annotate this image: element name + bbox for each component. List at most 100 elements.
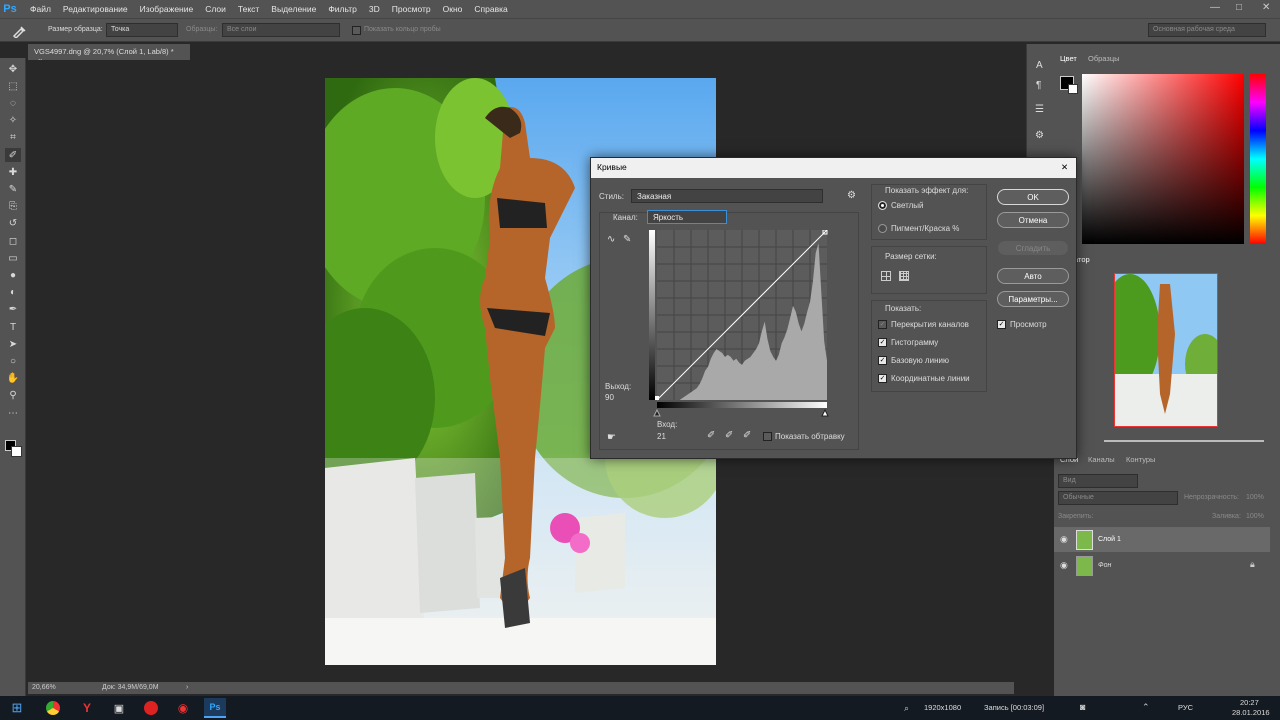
menu-item[interactable]: Выделение — [271, 4, 316, 14]
eye-icon[interactable]: ◉ — [1060, 560, 1068, 571]
photoshop-taskbar-icon[interactable]: Ps — [204, 698, 226, 718]
menu-item[interactable]: Фильтр — [328, 4, 357, 14]
blur-tool-icon[interactable]: ● — [5, 268, 21, 282]
tab-color[interactable]: Цвет — [1060, 54, 1077, 63]
black-point-eyedropper-icon[interactable]: ✐ — [707, 430, 715, 441]
start-button[interactable]: ⊞ — [6, 698, 28, 718]
cancel-button[interactable]: Отмена — [997, 212, 1069, 228]
detailed-grid-icon[interactable] — [899, 271, 909, 281]
layer-row[interactable]: ◉ Фон 🔒︎ — [1054, 553, 1270, 578]
menu-item[interactable]: Справка — [474, 4, 507, 14]
close-button[interactable]: ✕ — [1262, 2, 1270, 13]
gradient-tool-icon[interactable]: ▭ — [5, 251, 21, 265]
menu-item[interactable]: Текст — [238, 4, 259, 14]
samples-select[interactable]: Все слои — [222, 23, 340, 37]
clock-time[interactable]: 20:27 — [1240, 698, 1259, 707]
menu-item[interactable]: Файл — [30, 4, 51, 14]
tab-paths[interactable]: Контуры — [1126, 455, 1155, 464]
lasso-tool-icon[interactable]: ◌ — [5, 96, 21, 110]
menu-item[interactable]: Слои — [205, 4, 226, 14]
eraser-tool-icon[interactable]: ◻ — [5, 234, 21, 248]
zoom-readout[interactable]: 20,66% — [32, 684, 56, 691]
simple-grid-icon[interactable] — [881, 271, 891, 281]
paragraph-panel-icon[interactable]: ¶ — [1036, 80, 1041, 91]
eyedropper-tool-icon[interactable]: ✐ — [5, 148, 21, 162]
background-color-icon[interactable] — [11, 446, 22, 457]
layer-row[interactable]: ◉ Слой 1 — [1054, 527, 1270, 552]
clock-date[interactable]: 28.01.2016 — [1232, 708, 1270, 717]
curve-point-tool-icon[interactable]: ∿ — [607, 234, 615, 245]
language-indicator[interactable]: РУС — [1178, 703, 1193, 712]
overlays-checkbox[interactable]: ✓ — [878, 320, 887, 329]
style-select[interactable]: Заказная — [631, 189, 823, 203]
channel-select[interactable]: Яркость — [647, 210, 727, 224]
gear-icon[interactable]: ⚙ — [847, 190, 856, 201]
white-point-eyedropper-icon[interactable]: ✐ — [743, 430, 751, 441]
pencil-icon[interactable]: ✎ — [623, 234, 631, 245]
shape-tool-icon[interactable]: ○ — [5, 354, 21, 368]
sample-size-select[interactable]: Точка — [106, 23, 178, 37]
quick-select-tool-icon[interactable]: ✧ — [5, 114, 21, 128]
options-button[interactable]: Параметры... — [997, 291, 1069, 307]
show-clipping-checkbox[interactable] — [763, 432, 772, 441]
menu-item[interactable]: Окно — [443, 4, 463, 14]
brush-tool-icon[interactable]: ✎ — [5, 182, 21, 196]
menu-item[interactable]: Изображение — [140, 4, 194, 14]
document-tab[interactable]: VGS4997.dng @ 20,7% (Слой 1, Lab/8) * × — [28, 44, 190, 65]
acrobat-taskbar-icon[interactable]: ◉ — [172, 698, 194, 718]
pigment-radio[interactable] — [878, 224, 887, 233]
menu-item[interactable]: Просмотр — [392, 4, 431, 14]
workspace-select[interactable]: Основная рабочая среда — [1148, 23, 1266, 37]
color-field[interactable] — [1082, 74, 1244, 244]
background-color-swatch[interactable] — [1068, 84, 1078, 94]
navigator-zoom-slider[interactable] — [1104, 440, 1264, 442]
crop-tool-icon[interactable]: ⌗ — [5, 131, 21, 145]
hand-tool-icon[interactable]: ✋ — [5, 372, 21, 386]
adjustments-panel-icon[interactable]: ☰ — [1035, 104, 1044, 115]
tray-expand-icon[interactable]: ⌃ — [1142, 702, 1150, 713]
stamp-tool-icon[interactable]: ⎘ — [5, 200, 21, 214]
preview-checkbox[interactable]: ✓ — [997, 320, 1006, 329]
layer-name[interactable]: Слой 1 — [1098, 536, 1121, 543]
path-select-tool-icon[interactable]: ➤ — [5, 337, 21, 351]
opacity-value[interactable]: 100% — [1246, 494, 1264, 501]
healing-tool-icon[interactable]: ✚ — [5, 165, 21, 179]
type-tool-icon[interactable]: T — [5, 320, 21, 334]
histogram-checkbox[interactable]: ✓ — [878, 338, 887, 347]
explorer-taskbar-icon[interactable]: ▣ — [108, 698, 130, 718]
ok-button[interactable]: OK — [997, 189, 1069, 205]
menu-item[interactable]: 3D — [369, 4, 380, 14]
blend-mode-select[interactable]: Обычные — [1058, 491, 1178, 505]
minimize-button[interactable]: — — [1210, 2, 1220, 13]
yandex-taskbar-icon[interactable]: Y — [76, 698, 98, 718]
character-panel-icon[interactable]: A — [1036, 60, 1043, 71]
dodge-tool-icon[interactable]: ◐ — [5, 286, 21, 300]
output-value[interactable]: 90 — [605, 393, 614, 402]
hue-slider[interactable] — [1250, 74, 1266, 244]
camera-icon[interactable]: ◙ — [1080, 702, 1085, 712]
more-tool-icon[interactable]: ⋯ — [5, 406, 21, 420]
menu-item[interactable]: Редактирование — [63, 4, 128, 14]
eyedropper-icon[interactable] — [12, 24, 26, 38]
dialog-close-icon[interactable]: ✕ — [1061, 162, 1068, 173]
recorder-taskbar-icon[interactable] — [140, 698, 162, 718]
chrome-taskbar-icon[interactable] — [42, 698, 64, 718]
light-radio[interactable] — [878, 201, 887, 210]
intersection-checkbox[interactable]: ✓ — [878, 374, 887, 383]
fill-value[interactable]: 100% — [1246, 513, 1264, 520]
gray-point-eyedropper-icon[interactable]: ✐ — [725, 430, 733, 441]
layer-filter-select[interactable]: Вид — [1058, 474, 1138, 488]
eye-icon[interactable]: ◉ — [1060, 534, 1068, 545]
zoom-tray-icon[interactable]: ⌕ — [904, 703, 909, 714]
move-tool-icon[interactable]: ✥ — [5, 62, 21, 76]
marquee-tool-icon[interactable]: ⬚ — [5, 79, 21, 93]
status-arrow-icon[interactable]: › — [186, 684, 188, 691]
input-value[interactable]: 21 — [657, 432, 666, 441]
tab-swatches[interactable]: Образцы — [1088, 54, 1120, 63]
auto-button[interactable]: Авто — [997, 268, 1069, 284]
navigator-thumbnail[interactable] — [1114, 273, 1218, 427]
curve-black-point[interactable] — [655, 396, 659, 400]
properties-panel-icon[interactable]: ⚙ — [1035, 130, 1044, 141]
target-adjust-icon[interactable]: ☛ — [607, 432, 616, 443]
curves-graph[interactable] — [649, 230, 829, 420]
